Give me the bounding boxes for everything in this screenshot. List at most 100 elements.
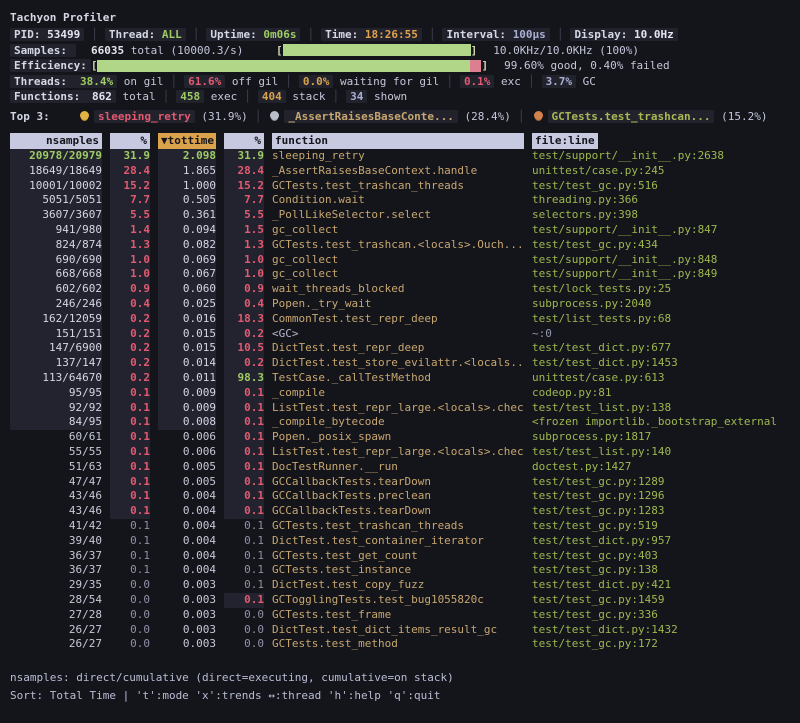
pct-cumulative-cell: 5.5 [224,208,264,223]
function-cell: sleeping_retry [272,149,524,164]
nsamples-cell: 113/64670 [10,371,102,386]
nsamples-cell: 28/54 [10,593,102,608]
silver-medal-icon [270,111,279,120]
file-line-cell: doctest.py:1427 [532,460,794,475]
table-row[interactable]: 43/460.10.0040.1GCCallbackTests.tearDown… [10,504,800,519]
function-cell: Popen._try_wait [272,297,524,312]
table-row[interactable]: 92/920.10.0090.1ListTest.test_repr_large… [10,401,800,416]
tottime-cell: 0.004 [158,519,216,534]
nsamples-cell: 18649/18649 [10,164,102,179]
table-row[interactable]: 113/646700.20.01198.3TestCase._callTestM… [10,371,800,386]
column-header-%[interactable]: % [224,133,264,149]
nsamples-cell: 246/246 [10,297,102,312]
info-label: Display: [574,28,634,41]
file-line-cell: test/test_gc.py:172 [532,637,794,652]
pct-direct-cell: 0.1 [110,386,150,401]
table-row[interactable]: 95/950.10.0090.1_compilecodeop.py:81 [10,386,800,401]
table-row[interactable]: 29/350.00.0030.1DictTest.test_copy_fuzzt… [10,578,800,593]
efficiency-text: 99.60% good, 0.40% failed [504,59,670,72]
info-value: 18:26:55 [365,28,418,41]
table-row[interactable]: 668/6681.00.0671.0gc_collecttest/support… [10,267,800,282]
table-row[interactable]: 51/630.10.0050.1DocTestRunner.__rundocte… [10,460,800,475]
table-row[interactable]: 824/8741.30.0821.3GCTests.test_trashcan.… [10,238,800,253]
file-line-cell: test/test_dict.py:1453 [532,356,794,371]
divider-icon: │ [244,90,251,103]
table-row[interactable]: 3607/36075.50.3615.5_PollLikeSelector.se… [10,208,800,223]
table-row[interactable]: 941/9801.40.0941.5gc_collecttest/support… [10,223,800,238]
nsamples-cell: 137/147 [10,356,102,371]
table-row[interactable]: 26/270.00.0030.0DictTest.test_dict_items… [10,623,800,638]
table-row[interactable]: 5051/50517.70.5057.7Condition.waitthread… [10,193,800,208]
table-row[interactable]: 60/610.10.0060.1Popen._posix_spawnsubpro… [10,430,800,445]
tottime-cell: 0.005 [158,475,216,490]
column-header-nsamples[interactable]: nsamples [10,133,102,149]
tottime-cell: 1.000 [158,179,216,194]
file-line-cell: test/test_gc.py:1289 [532,475,794,490]
table-row[interactable]: 36/370.10.0040.1GCTests.test_get_countte… [10,549,800,564]
table-body: 20978/2097931.92.09831.9sleeping_retryte… [10,149,800,652]
threads-label: Threads: [10,75,76,88]
column-header-fileline[interactable]: file:line [532,133,598,149]
pct-cumulative-cell: 0.0 [224,637,264,652]
pct-direct-cell: 1.3 [110,238,150,253]
threads-line: Threads: 38.4% on gil│61.6% off gil│0.0%… [10,74,800,90]
column-header-function[interactable]: function [272,133,524,149]
table-row[interactable]: 690/6901.00.0691.0gc_collecttest/support… [10,253,800,268]
table-row[interactable]: 55/550.10.0060.1ListTest.test_repr_large… [10,445,800,460]
file-line-cell: test/test_gc.py:519 [532,519,794,534]
table-row[interactable]: 137/1470.20.0140.2DictTest.test_store_ev… [10,356,800,371]
top3-function-name: sleeping_retry [94,110,195,123]
table-row[interactable]: 39/400.10.0040.1DictTest.test_container_… [10,534,800,549]
function-stat-unit: total [116,90,156,103]
table-row[interactable]: 47/470.10.0050.1GCCallbackTests.tearDown… [10,475,800,490]
table-row[interactable]: 26/270.00.0030.0GCTests.test_methodtest/… [10,637,800,652]
pct-direct-cell: 0.1 [110,489,150,504]
nsamples-cell: 55/55 [10,445,102,460]
tottime-cell: 0.060 [158,282,216,297]
function-cell: gc_collect [272,253,524,268]
table-row[interactable]: 246/2460.40.0250.4Popen._try_waitsubproc… [10,297,800,312]
info-label: Time: [325,28,365,41]
pct-direct-cell: 0.1 [110,519,150,534]
table-row[interactable]: 10001/1000215.21.00015.2GCTests.test_tra… [10,179,800,194]
function-cell: _PollLikeSelector.select [272,208,524,223]
process-info-line: PID: 53499│Thread: ALL│Uptime: 0m06s│Tim… [10,27,800,43]
table-row[interactable]: 41/420.10.0040.1GCTests.test_trashcan_th… [10,519,800,534]
info-value: 53499 [47,28,80,41]
tottime-cell: 0.009 [158,401,216,416]
file-line-cell: unittest/case.py:613 [532,371,794,386]
pct-cumulative-cell: 0.1 [224,578,264,593]
pct-cumulative-cell: 0.1 [224,593,264,608]
table-row[interactable]: 602/6020.90.0600.9wait_threads_blockedte… [10,282,800,297]
tottime-cell: 2.098 [158,149,216,164]
table-row[interactable]: 162/120590.20.01618.3CommonTest.test_rep… [10,312,800,327]
table-row[interactable]: 18649/1864928.41.86528.4_AssertRaisesBas… [10,164,800,179]
thread-stat-unit: GC [576,75,596,88]
pct-direct-cell: 0.1 [110,534,150,549]
table-row[interactable]: 43/460.10.0040.1GCCallbackTests.preclean… [10,489,800,504]
column-header-tottime[interactable]: ▼tottime [158,133,216,149]
function-cell: GCTests.test_trashcan.<locals>.Ouch.... [272,238,524,253]
nsamples-cell: 43/46 [10,504,102,519]
pct-direct-cell: 0.1 [110,430,150,445]
thread-stat: 0.0% waiting for gil [299,75,439,88]
nsamples-cell: 43/46 [10,489,102,504]
table-row[interactable]: 27/280.00.0030.0GCTests.test_frametest/t… [10,608,800,623]
function-cell: ListTest.test_repr_large.<locals>.check [272,445,524,460]
nsamples-cell: 10001/10002 [10,179,102,194]
function-cell: CommonTest.test_repr_deep [272,312,524,327]
nsamples-cell: 668/668 [10,267,102,282]
tottime-cell: 0.004 [158,534,216,549]
table-row[interactable]: 147/69000.20.01510.5DictTest.test_repr_d… [10,341,800,356]
table-row[interactable]: 36/370.10.0040.1GCTests.test_instancetes… [10,563,800,578]
info-value: 100µs [513,28,546,41]
tottime-cell: 0.003 [158,608,216,623]
function-cell: GCTests.test_instance [272,563,524,578]
function-cell: GCCallbackTests.preclean [272,489,524,504]
table-row[interactable]: 84/950.10.0080.1_compile_bytecode<frozen… [10,415,800,430]
column-header-%[interactable]: % [110,133,150,149]
table-row[interactable]: 28/540.00.0030.1GCTogglingTests.test_bug… [10,593,800,608]
table-row[interactable]: 151/1510.20.0150.2<GC>~:0 [10,327,800,342]
table-row[interactable]: 20978/2097931.92.09831.9sleeping_retryte… [10,149,800,164]
top3-percent: (28.4%) [458,110,511,123]
